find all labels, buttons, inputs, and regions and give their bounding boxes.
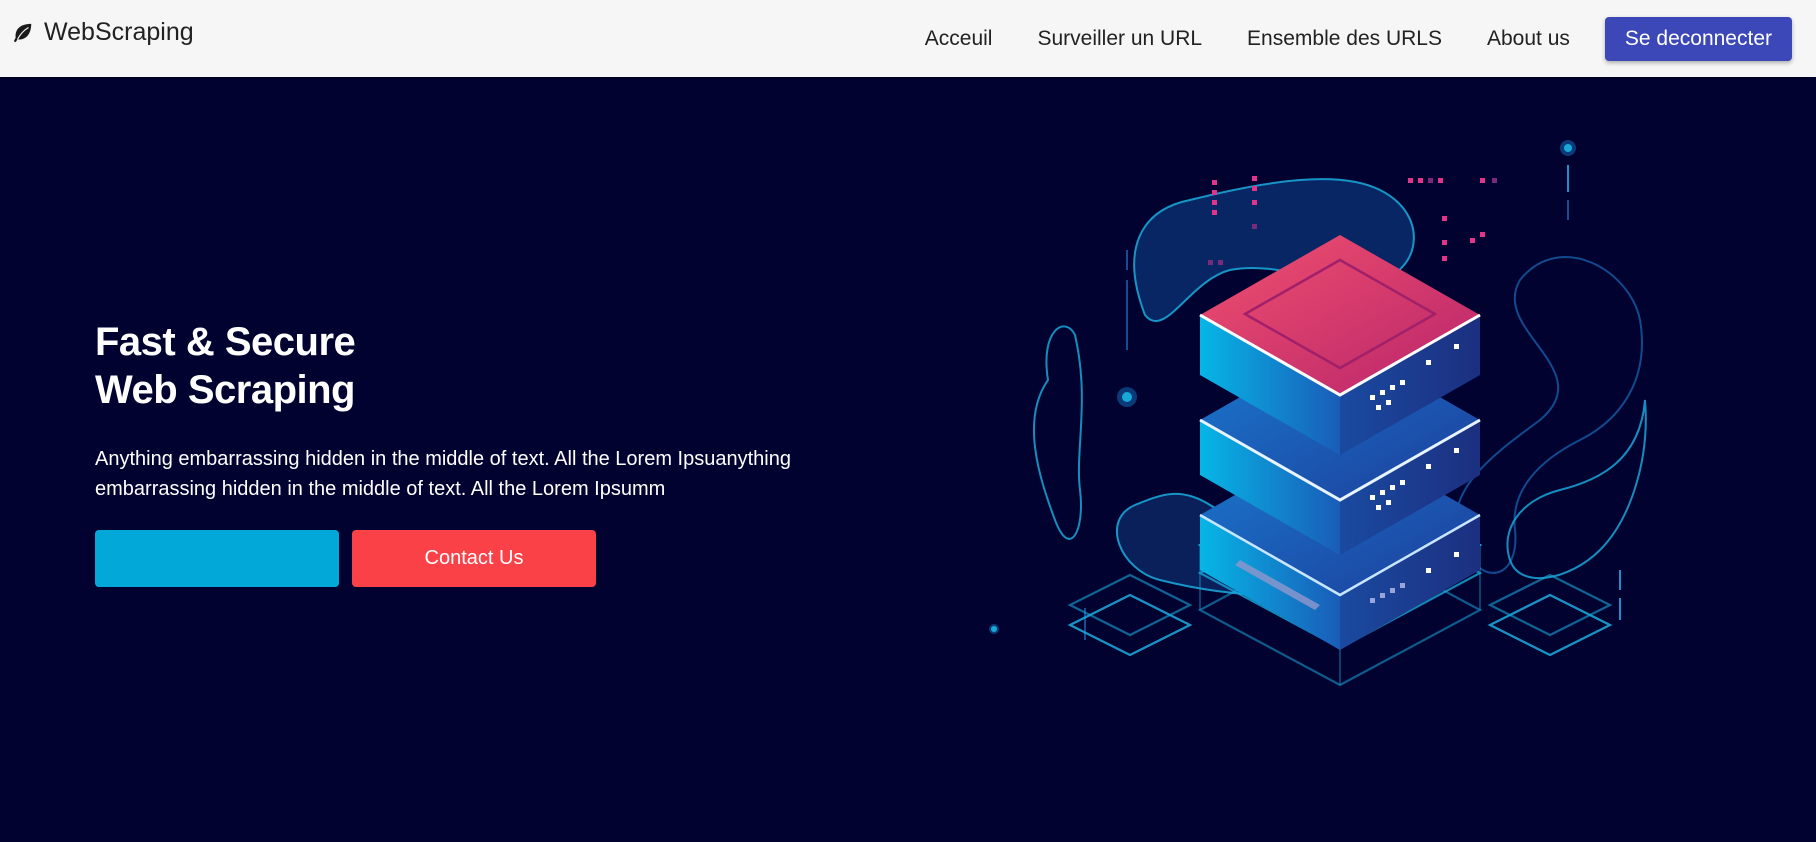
server-stack-illustration (989, 140, 1647, 687)
blob-right-outer (1455, 256, 1643, 574)
nav-link-ensemble-urls[interactable]: Ensemble des URLS (1247, 27, 1442, 51)
contact-us-button[interactable]: Contact Us (352, 530, 596, 587)
hero-section: Fast & Secure Web Scraping Anything emba… (95, 318, 855, 504)
logout-button[interactable]: Se deconnecter (1604, 16, 1792, 61)
nav-link-surveiller-url[interactable]: Surveiller un URL (1037, 27, 1202, 51)
blob-right-inner (1506, 399, 1647, 580)
hero-title-line-1: Fast & Secure (95, 320, 356, 364)
blob-left (1032, 325, 1083, 540)
nav-links: Acceuil Surveiller un URL Ensemble des U… (925, 0, 1816, 77)
hero-title: Fast & Secure Web Scraping (95, 318, 855, 414)
nav-link-about-us[interactable]: About us (1487, 27, 1570, 51)
hero-buttons: Contact Us (95, 530, 596, 587)
leaf-icon (13, 23, 32, 42)
hero-title-line-2: Web Scraping (95, 368, 355, 412)
navbar: WebScraping Acceuil Surveiller un URL En… (0, 0, 1816, 77)
brand-name: WebScraping (44, 18, 194, 46)
brand-logo-link[interactable]: WebScraping (12, 18, 194, 47)
primary-cta-button[interactable] (95, 530, 339, 587)
nav-link-acceuil[interactable]: Acceuil (925, 27, 993, 51)
hero-description: Anything embarrassing hidden in the midd… (95, 448, 791, 500)
